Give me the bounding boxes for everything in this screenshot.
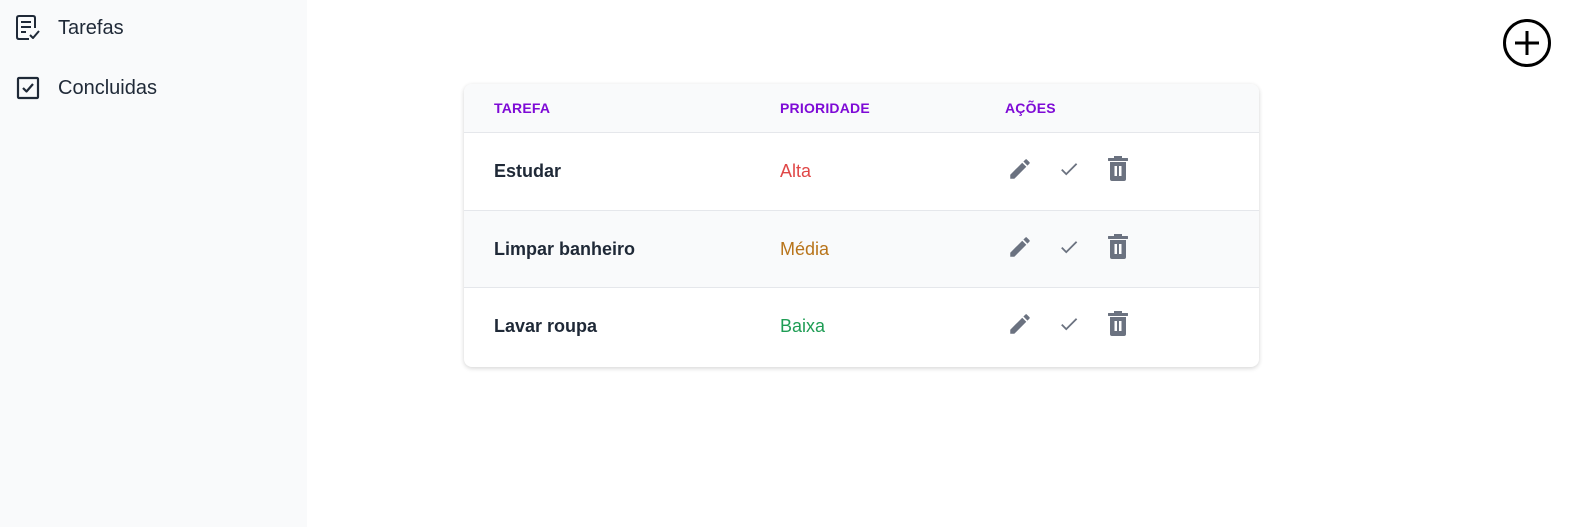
- checkbox-icon: [14, 74, 42, 102]
- delete-button[interactable]: [1102, 233, 1134, 265]
- check-icon: [1058, 158, 1080, 185]
- row-actions: [1004, 233, 1151, 265]
- sidebar-item-label: Concluidas: [58, 76, 157, 99]
- tasks-table: TAREFA PRIORIDADE AÇÕES Estudar Alta Lim…: [464, 84, 1259, 367]
- complete-button[interactable]: [1053, 155, 1085, 187]
- delete-button[interactable]: [1102, 310, 1134, 342]
- column-header-tarefa: TAREFA: [494, 100, 551, 116]
- check-icon: [1058, 236, 1080, 263]
- task-priority: Média: [780, 239, 830, 259]
- sidebar-item-label: Tarefas: [58, 16, 124, 39]
- pencil-icon: [1007, 156, 1033, 187]
- edit-button[interactable]: [1004, 310, 1036, 342]
- sidebar: Tarefas Concluidas: [0, 0, 307, 527]
- add-task-button[interactable]: [1502, 18, 1552, 68]
- trash-icon: [1106, 155, 1130, 187]
- edit-button[interactable]: [1004, 233, 1036, 265]
- row-actions: [1004, 155, 1151, 187]
- trash-icon: [1106, 233, 1130, 265]
- complete-button[interactable]: [1053, 310, 1085, 342]
- sidebar-item-concluidas[interactable]: Concluidas: [14, 72, 157, 104]
- table-row: Limpar banheiro Média: [464, 210, 1259, 288]
- row-actions: [1004, 310, 1151, 342]
- table-header: TAREFA PRIORIDADE AÇÕES: [464, 84, 1259, 132]
- task-priority: Alta: [780, 161, 812, 181]
- sidebar-item-tarefas[interactable]: Tarefas: [14, 12, 124, 44]
- table-row: Lavar roupa Baixa: [464, 287, 1259, 367]
- task-list-icon: [14, 14, 42, 42]
- edit-button[interactable]: [1004, 155, 1036, 187]
- check-icon: [1058, 313, 1080, 340]
- task-name: Lavar roupa: [494, 316, 598, 336]
- task-name: Estudar: [494, 161, 562, 181]
- table-row: Estudar Alta: [464, 132, 1259, 211]
- column-header-acoes: AÇÕES: [1005, 100, 1056, 116]
- complete-button[interactable]: [1053, 233, 1085, 265]
- trash-icon: [1106, 310, 1130, 342]
- pencil-icon: [1007, 311, 1033, 342]
- pencil-icon: [1007, 234, 1033, 265]
- task-name: Limpar banheiro: [494, 239, 636, 259]
- plus-circle-icon: [1502, 19, 1552, 72]
- delete-button[interactable]: [1102, 155, 1134, 187]
- task-priority: Baixa: [780, 316, 826, 336]
- column-header-prioridade: PRIORIDADE: [780, 100, 870, 116]
